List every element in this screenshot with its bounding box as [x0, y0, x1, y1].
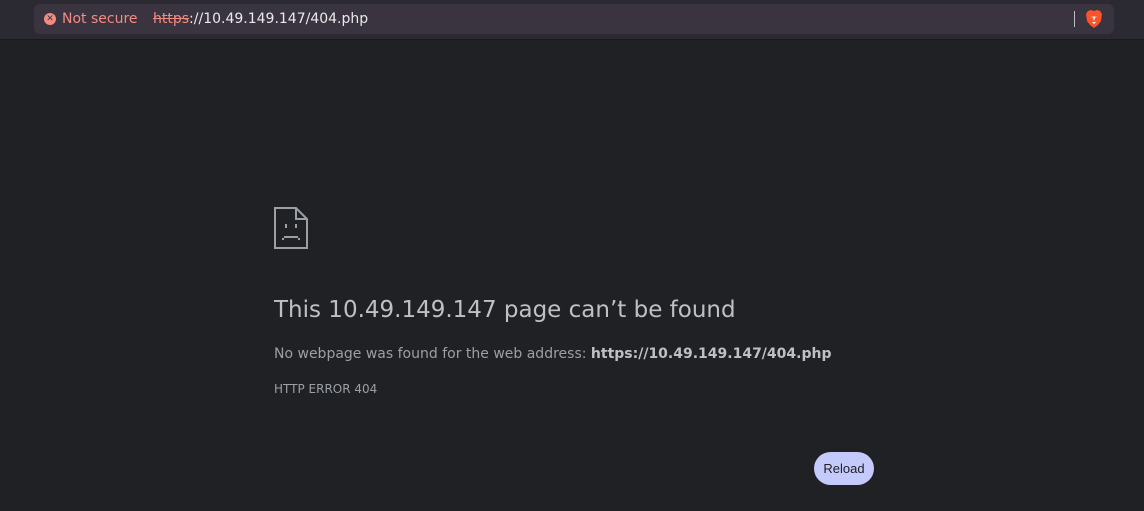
description-url: https://10.49.149.147/404.php: [590, 346, 832, 362]
reload-button[interactable]: Reload: [814, 452, 874, 485]
brave-lion-icon[interactable]: [1085, 9, 1103, 29]
address-bar[interactable]: ✕ Not secure https://10.49.149.147/404.p…: [34, 4, 1114, 34]
url-host-path: ://10.49.149.147/404.php: [189, 11, 369, 27]
error-description: No webpage was found for the web address…: [274, 344, 831, 364]
security-indicator[interactable]: ✕ Not secure: [44, 4, 138, 34]
address-bar-divider: [1074, 11, 1075, 27]
description-prefix: No webpage was found for the web address…: [274, 346, 591, 362]
error-code: HTTP ERROR 404: [274, 382, 378, 396]
url-text[interactable]: https://10.49.149.147/404.php: [153, 4, 368, 34]
close-circle-icon: ✕: [44, 13, 56, 25]
sad-document-icon: [274, 207, 308, 249]
url-scheme: https: [153, 11, 190, 27]
error-title: This 10.49.149.147 page can’t be found: [274, 297, 736, 323]
not-secure-label: Not secure: [62, 11, 138, 27]
browser-toolbar: ✕ Not secure https://10.49.149.147/404.p…: [0, 0, 1144, 40]
